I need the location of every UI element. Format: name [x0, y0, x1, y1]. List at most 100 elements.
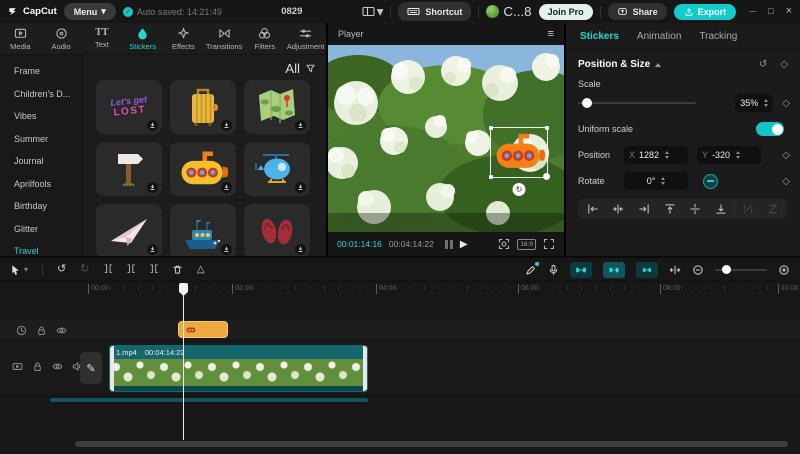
- sticker-map[interactable]: [244, 80, 310, 134]
- align-bottom-button[interactable]: [708, 202, 734, 216]
- rotate-stepper[interactable]: [661, 175, 665, 187]
- frame-step-icon[interactable]: [445, 240, 453, 249]
- select-tool-button[interactable]: ▾: [10, 264, 28, 276]
- tab-effects[interactable]: Effects: [163, 23, 204, 54]
- distribute-vertical-button[interactable]: [760, 202, 786, 216]
- sticker-lets-get-lost[interactable]: Let's get LOST: [96, 80, 162, 134]
- sticker-helicopter[interactable]: [244, 142, 310, 196]
- collapse-caret-icon[interactable]: [655, 60, 661, 67]
- keyframe-diamond-button[interactable]: ◇: [782, 98, 790, 109]
- scale-slider[interactable]: [578, 102, 696, 104]
- scale-value-box[interactable]: 35%: [735, 94, 773, 112]
- video-clip[interactable]: 1.mp4 00:04:14:22: [109, 345, 368, 392]
- track-visibility-button[interactable]: [52, 361, 63, 372]
- resize-handle[interactable]: [489, 175, 493, 179]
- reset-button[interactable]: ↺: [759, 59, 767, 70]
- auto-link-button[interactable]: [636, 262, 658, 278]
- category-frame[interactable]: Frame: [0, 60, 85, 83]
- category-journal[interactable]: Journal: [0, 150, 85, 173]
- zoom-in-button[interactable]: [778, 264, 790, 276]
- sticker-ship[interactable]: [170, 204, 236, 256]
- maximize-button[interactable]: □: [768, 7, 773, 16]
- tab-inspector-animation[interactable]: Animation: [637, 31, 681, 42]
- track-lock-button[interactable]: [36, 325, 47, 336]
- scale-slider-knob[interactable]: [582, 98, 592, 108]
- timeline-ruler[interactable]: 00:00 02:00 04:00 06:00 08:00 10:00: [0, 283, 800, 299]
- redo-button[interactable]: ↻: [80, 264, 89, 275]
- playhead[interactable]: [183, 283, 184, 440]
- tab-filters[interactable]: Filters: [245, 23, 286, 54]
- zoom-out-button[interactable]: [692, 264, 704, 276]
- timeline-scrollbar[interactable]: [75, 441, 788, 447]
- shortcut-button[interactable]: Shortcut: [398, 2, 471, 21]
- position-y-box[interactable]: Y -320: [697, 146, 761, 164]
- scale-stepper[interactable]: [764, 97, 768, 109]
- account-button[interactable]: C...8: [486, 4, 531, 19]
- close-button[interactable]: ×: [786, 6, 792, 17]
- export-button[interactable]: Export: [674, 4, 737, 20]
- filter-all-button[interactable]: All: [285, 61, 300, 76]
- track-lock-button[interactable]: [32, 361, 43, 372]
- category-aprilfools[interactable]: Aprilfools: [0, 173, 85, 196]
- undo-button[interactable]: ↺: [57, 264, 66, 275]
- tab-adjustment[interactable]: Adjustment: [285, 23, 326, 54]
- share-button[interactable]: Share: [608, 3, 667, 20]
- sticker-flip-flops[interactable]: [244, 204, 310, 256]
- record-voiceover-button[interactable]: [548, 264, 559, 276]
- trim-handle-left[interactable]: [110, 346, 114, 391]
- tab-inspector-stickers[interactable]: Stickers: [580, 31, 619, 42]
- menu-button[interactable]: Menu ▾: [64, 3, 116, 20]
- category-vibes[interactable]: Vibes: [0, 105, 85, 128]
- position-x-box[interactable]: X 1282: [624, 146, 688, 164]
- expand-clips-button[interactable]: [669, 264, 681, 276]
- category-glitter[interactable]: Glitter: [0, 218, 85, 241]
- align-center-horizontal-button[interactable]: [606, 202, 632, 216]
- trim-handle-right[interactable]: [363, 346, 367, 391]
- delete-right-button[interactable]: ][: [149, 265, 158, 274]
- play-button[interactable]: ▶: [460, 239, 468, 250]
- tab-inspector-tracking[interactable]: Tracking: [699, 31, 737, 42]
- uniform-scale-toggle[interactable]: [756, 122, 784, 136]
- draft-edit-button[interactable]: ✎: [80, 352, 102, 384]
- rotate-value-box[interactable]: 0°: [624, 172, 688, 190]
- player-menu-button[interactable]: ≡: [548, 28, 554, 40]
- tab-text[interactable]: TT Text: [82, 23, 123, 54]
- category-birthday[interactable]: Birthday: [0, 195, 85, 218]
- keyframe-diamond-button[interactable]: ◇: [780, 59, 788, 70]
- sticker-clip[interactable]: [178, 321, 228, 338]
- fullscreen-button[interactable]: [543, 238, 555, 250]
- preview-viewport[interactable]: ↻: [328, 45, 564, 232]
- tab-media[interactable]: Media: [0, 23, 41, 54]
- magnetic-snap-button[interactable]: [603, 262, 625, 278]
- filter-funnel-button[interactable]: [305, 63, 316, 74]
- mirror-button[interactable]: △: [197, 265, 205, 275]
- sticker-paper-plane[interactable]: [96, 204, 162, 256]
- category-summer[interactable]: Summer: [0, 128, 85, 151]
- tab-audio[interactable]: Audio: [41, 23, 82, 54]
- keyframe-pen-button[interactable]: [525, 264, 537, 276]
- sticker-suitcase[interactable]: [170, 80, 236, 134]
- category-childrens-day[interactable]: Children's D...: [0, 83, 85, 106]
- timeline-zoom-slider[interactable]: [715, 269, 767, 271]
- keyframe-diamond-button[interactable]: ◇: [782, 150, 790, 161]
- linked-audio-strip[interactable]: [50, 398, 368, 402]
- align-top-button[interactable]: [657, 202, 683, 216]
- tab-transitions[interactable]: Transitions: [204, 23, 245, 54]
- zoom-slider-knob[interactable]: [722, 265, 731, 274]
- resize-handle[interactable]: [489, 126, 493, 130]
- track-duration-button[interactable]: [16, 325, 27, 336]
- split-button[interactable]: ][: [103, 265, 112, 274]
- tab-stickers[interactable]: Stickers: [122, 23, 163, 54]
- rotate-handle[interactable]: ↻: [513, 183, 526, 196]
- delete-left-button[interactable]: ][: [126, 265, 135, 274]
- focus-button[interactable]: [498, 238, 510, 250]
- join-pro-button[interactable]: Join Pro: [539, 4, 593, 20]
- align-left-button[interactable]: [580, 202, 606, 216]
- layout-button[interactable]: ▾: [362, 4, 384, 20]
- resize-handle[interactable]: [545, 126, 549, 130]
- track-visibility-button[interactable]: [56, 325, 67, 336]
- submarine-sticker-overlay[interactable]: [492, 130, 546, 174]
- category-travel[interactable]: Travel: [0, 240, 85, 256]
- keyframe-diamond-button[interactable]: ◇: [782, 176, 790, 187]
- distribute-horizontal-button[interactable]: [735, 202, 761, 216]
